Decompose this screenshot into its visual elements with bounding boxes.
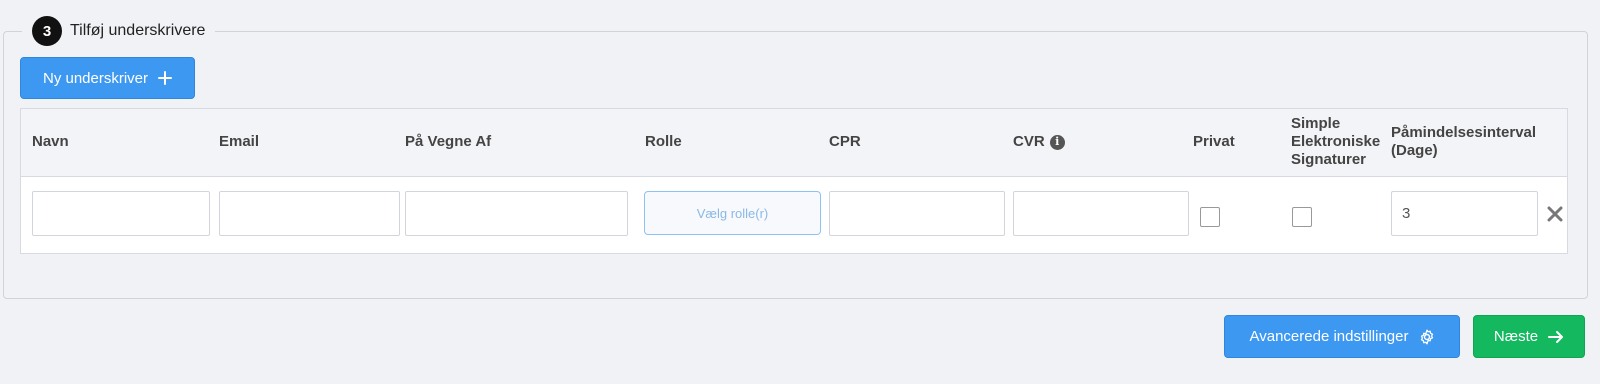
name-input[interactable] xyxy=(32,191,210,236)
email-input[interactable] xyxy=(219,191,400,236)
cvr-input[interactable] xyxy=(1013,191,1189,236)
column-header-cvr-label: CVR xyxy=(1013,133,1045,150)
simple-signatures-checkbox[interactable] xyxy=(1292,207,1312,227)
add-signer-label: Ny underskriver xyxy=(42,69,149,87)
reminder-interval-input[interactable] xyxy=(1391,191,1538,236)
cpr-input[interactable] xyxy=(829,191,1005,236)
private-checkbox[interactable] xyxy=(1200,207,1220,227)
column-header-reminder-interval: Påmindelsesinterval (Dage) xyxy=(1391,124,1537,159)
on-behalf-input[interactable] xyxy=(405,191,628,236)
step-number-badge: 3 xyxy=(32,16,62,46)
gear-icon xyxy=(1419,329,1435,345)
column-header-simple-signatures: Simple Elektroniske Signaturer xyxy=(1291,115,1381,168)
remove-signer-icon[interactable] xyxy=(1544,203,1566,225)
arrow-right-icon xyxy=(1548,330,1564,344)
column-header-cvr: CVR i xyxy=(1013,133,1065,151)
signers-table: Navn Email På Vegne Af Rolle CPR CVR i P… xyxy=(20,108,1568,254)
role-select[interactable]: Vælg rolle(r) xyxy=(644,191,821,235)
advanced-settings-label: Avancerede indstillinger xyxy=(1249,328,1409,345)
plus-icon xyxy=(158,71,173,85)
add-signer-button[interactable]: Ny underskriver xyxy=(20,57,195,99)
advanced-settings-button[interactable]: Avancerede indstillinger xyxy=(1224,315,1460,358)
column-header-name: Navn xyxy=(32,133,69,150)
column-header-on-behalf: På Vegne Af xyxy=(405,133,492,150)
next-label: Næste xyxy=(1493,328,1539,345)
column-header-private: Privat xyxy=(1193,133,1235,150)
table-header: Navn Email På Vegne Af Rolle CPR CVR i P… xyxy=(21,109,1567,177)
info-icon[interactable]: i xyxy=(1049,134,1065,150)
column-header-email: Email xyxy=(219,133,260,150)
column-header-cpr: CPR xyxy=(829,133,861,150)
column-header-role: Rolle xyxy=(645,133,682,150)
section-legend: 3 Tilføj underskrivere xyxy=(22,16,216,46)
next-button[interactable]: Næste xyxy=(1473,315,1585,358)
section-title: Tilføj underskrivere xyxy=(70,22,206,39)
